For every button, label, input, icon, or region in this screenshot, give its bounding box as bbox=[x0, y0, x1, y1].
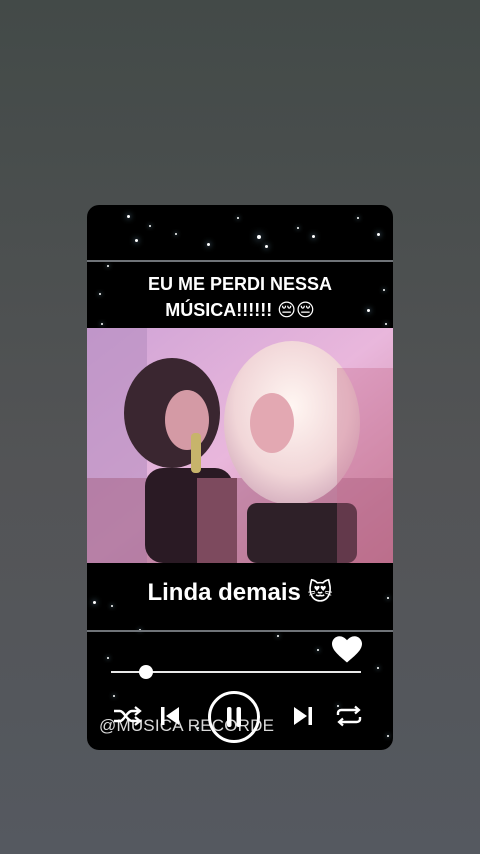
sparkle-dot bbox=[277, 635, 279, 637]
sparkle-dot bbox=[297, 227, 299, 229]
next-button[interactable] bbox=[288, 700, 318, 732]
sparkle-dot bbox=[377, 233, 380, 236]
sparkle-dot bbox=[149, 225, 151, 227]
sparkle-dot bbox=[127, 215, 130, 218]
repeat-button[interactable] bbox=[331, 700, 367, 732]
sparkle-dot bbox=[357, 217, 359, 219]
sparkle-dot bbox=[107, 265, 109, 267]
sparkle-dot bbox=[107, 657, 109, 659]
top-caption: EU ME PERDI NESSA MÚSICA!!!!!! 😔😔 bbox=[97, 271, 383, 323]
top-caption-line2: MÚSICA!!!!!! 😔😔 bbox=[165, 300, 315, 320]
music-post-card: EU ME PERDI NESSA MÚSICA!!!!!! 😔😔 Linda … bbox=[87, 205, 393, 750]
top-caption-line1: EU ME PERDI NESSA bbox=[147, 274, 333, 294]
repeat-icon bbox=[336, 705, 362, 727]
sparkle-dot bbox=[101, 323, 103, 325]
sparkle-dot bbox=[377, 667, 379, 669]
sparkle-dot bbox=[175, 233, 177, 235]
divider bbox=[87, 260, 393, 262]
sparkle-dot bbox=[317, 649, 319, 651]
sparkle-dot bbox=[135, 239, 138, 242]
video-still-image bbox=[87, 328, 393, 563]
sparkle-dot bbox=[383, 289, 385, 291]
like-heart-icon[interactable] bbox=[332, 636, 362, 664]
bottom-caption: Linda demais 😻 bbox=[147, 579, 333, 606]
video-frame[interactable] bbox=[87, 328, 393, 563]
sparkle-dot bbox=[265, 245, 268, 248]
sparkle-dot bbox=[207, 243, 210, 246]
sparkle-dot bbox=[237, 217, 239, 219]
progress-thumb[interactable] bbox=[139, 665, 153, 679]
sparkle-dot bbox=[312, 235, 315, 238]
sparkle-dot bbox=[257, 235, 261, 239]
playback-progress-bar[interactable] bbox=[111, 665, 361, 679]
sparkle-dot bbox=[385, 323, 387, 325]
next-icon bbox=[294, 707, 312, 725]
sparkle-dot bbox=[387, 735, 389, 737]
divider bbox=[87, 630, 393, 632]
account-watermark: @MUSICA RECORDE bbox=[99, 716, 275, 735]
sparkle-dot bbox=[113, 695, 115, 697]
